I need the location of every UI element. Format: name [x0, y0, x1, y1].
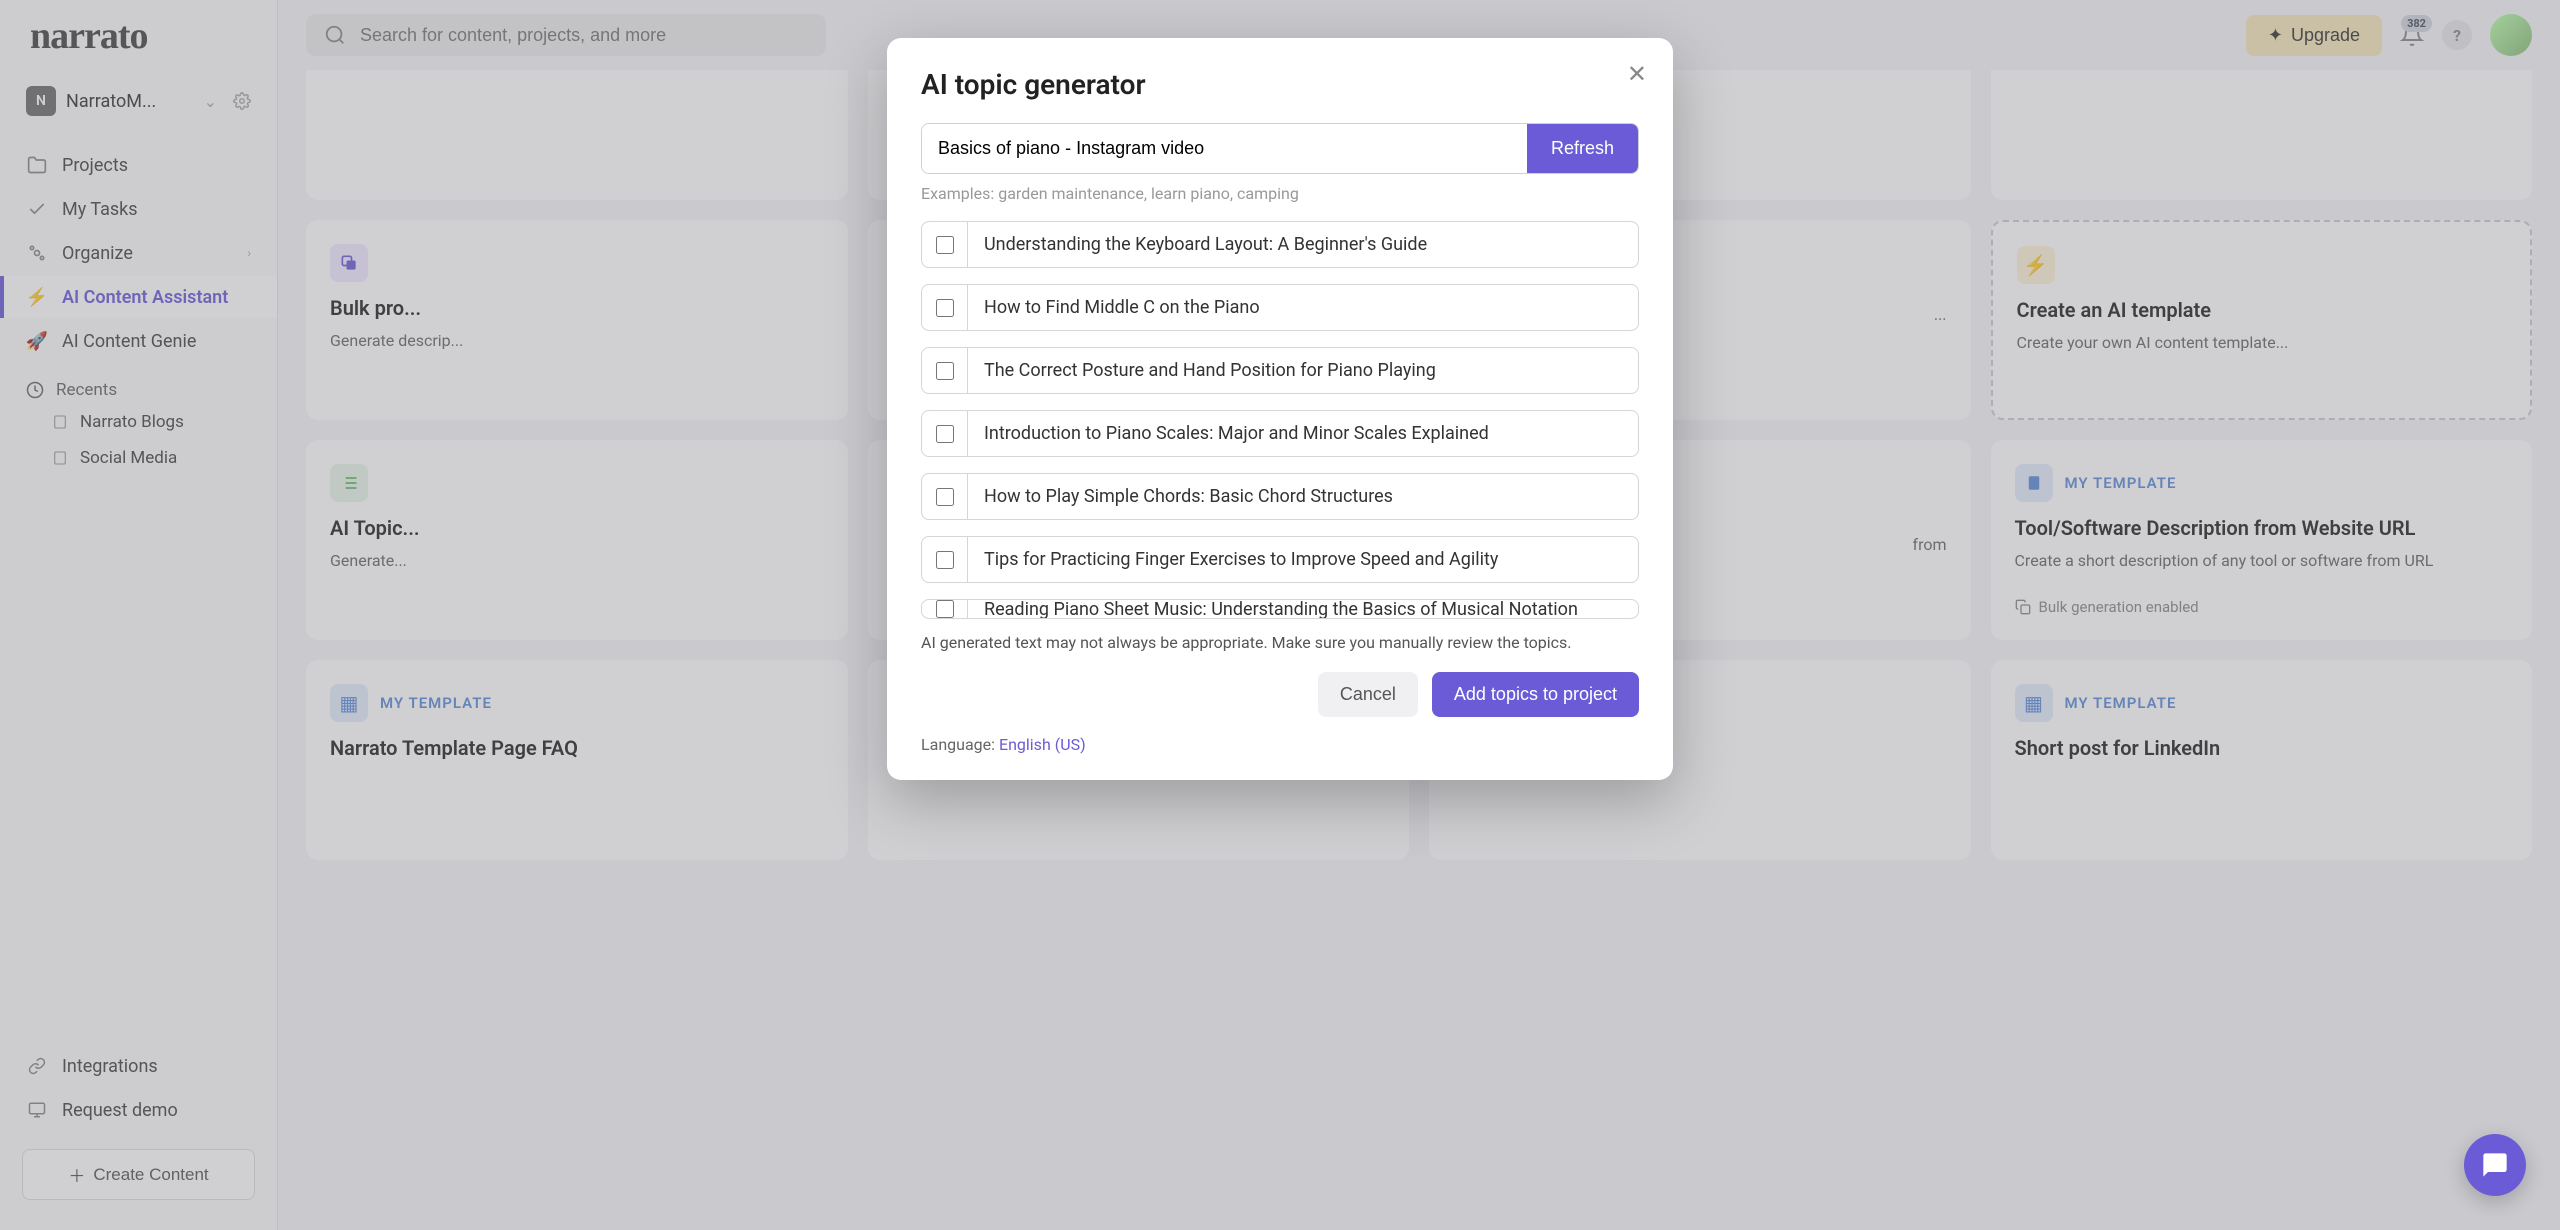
chat-bubble[interactable]	[2464, 1134, 2526, 1196]
close-icon: ✕	[1627, 61, 1647, 88]
examples-text: Examples: garden maintenance, learn pian…	[921, 184, 1639, 203]
topic-item: How to Play Simple Chords: Basic Chord S…	[921, 473, 1639, 520]
topic-text[interactable]: Tips for Practicing Finger Exercises to …	[968, 537, 1638, 582]
modal-title: AI topic generator	[921, 68, 1639, 101]
topic-item: How to Find Middle C on the Piano	[921, 284, 1639, 331]
prompt-row: Refresh	[921, 123, 1639, 174]
topic-text[interactable]: The Correct Posture and Hand Position fo…	[968, 348, 1638, 393]
modal-overlay: AI topic generator ✕ Refresh Examples: g…	[0, 0, 2560, 1230]
topic-checkbox[interactable]	[936, 236, 954, 254]
language-link[interactable]: English (US)	[999, 735, 1086, 754]
disclaimer: AI generated text may not always be appr…	[921, 633, 1639, 652]
close-button[interactable]: ✕	[1627, 60, 1647, 89]
topic-checkbox[interactable]	[936, 600, 954, 618]
topic-list: Understanding the Keyboard Layout: A Beg…	[921, 221, 1639, 619]
topic-item: Reading Piano Sheet Music: Understanding…	[921, 599, 1639, 619]
prompt-input[interactable]	[922, 124, 1527, 173]
topic-checkbox[interactable]	[936, 425, 954, 443]
topic-text[interactable]: Introduction to Piano Scales: Major and …	[968, 411, 1638, 456]
topic-item: Understanding the Keyboard Layout: A Beg…	[921, 221, 1639, 268]
modal-actions: Cancel Add topics to project	[921, 672, 1639, 717]
chat-icon	[2481, 1151, 2509, 1179]
topic-item: Tips for Practicing Finger Exercises to …	[921, 536, 1639, 583]
refresh-button[interactable]: Refresh	[1527, 124, 1638, 173]
language-row: Language: English (US)	[921, 735, 1639, 754]
topic-text[interactable]: Understanding the Keyboard Layout: A Beg…	[968, 222, 1638, 267]
cancel-button[interactable]: Cancel	[1318, 672, 1418, 717]
topic-checkbox[interactable]	[936, 488, 954, 506]
language-label: Language:	[921, 735, 999, 754]
topic-text[interactable]: How to Play Simple Chords: Basic Chord S…	[968, 474, 1638, 519]
topic-item: The Correct Posture and Hand Position fo…	[921, 347, 1639, 394]
topic-checkbox[interactable]	[936, 362, 954, 380]
topic-item: Introduction to Piano Scales: Major and …	[921, 410, 1639, 457]
topic-checkbox[interactable]	[936, 551, 954, 569]
topic-text[interactable]: Reading Piano Sheet Music: Understanding…	[968, 599, 1638, 619]
topic-text[interactable]: How to Find Middle C on the Piano	[968, 285, 1638, 330]
ai-topic-modal: AI topic generator ✕ Refresh Examples: g…	[887, 38, 1673, 780]
add-topics-button[interactable]: Add topics to project	[1432, 672, 1639, 717]
topic-checkbox[interactable]	[936, 299, 954, 317]
